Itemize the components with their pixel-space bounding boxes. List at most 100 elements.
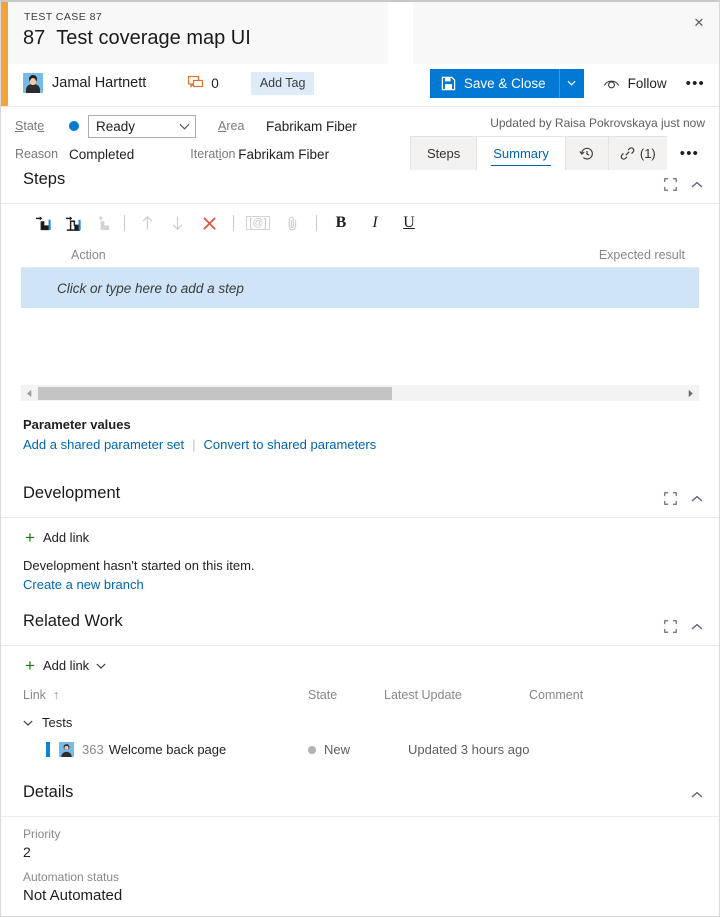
scroll-left-icon[interactable] [21, 385, 38, 402]
state-dropdown[interactable]: Ready [88, 115, 196, 138]
collapse-chevron-icon[interactable] [691, 791, 703, 799]
related-work-section: Related Work + Add link [1, 612, 719, 757]
steps-section-title: Steps [23, 170, 65, 189]
underline-icon[interactable]: U [392, 208, 426, 238]
history-icon [579, 146, 595, 162]
column-header-action: Action [71, 248, 599, 262]
related-work-latest-update-cell: Updated 3 hours ago [408, 742, 529, 757]
related-work-state-cell: New [308, 742, 408, 757]
avatar[interactable] [23, 73, 43, 93]
insert-shared-step-icon[interactable] [57, 208, 87, 238]
related-work-link-cell: 363 Welcome back page [46, 742, 308, 757]
last-updated-text: Updated by Raisa Pokrovskaya just now [490, 116, 705, 130]
state-label: State [15, 119, 69, 133]
add-tag-button[interactable]: Add Tag [251, 72, 315, 95]
collapse-chevron-icon[interactable] [691, 495, 703, 503]
sort-ascending-icon: ↑ [53, 688, 59, 702]
plus-icon: + [25, 529, 35, 546]
development-add-link-label: Add link [43, 530, 89, 545]
priority-label: Priority [23, 827, 719, 841]
tab-steps[interactable]: Steps [410, 136, 477, 170]
italic-icon[interactable]: I [358, 208, 392, 238]
create-new-branch-link[interactable]: Create a new branch [23, 577, 144, 592]
related-work-item-title[interactable]: Welcome back page [109, 742, 227, 757]
header-more-actions-button[interactable]: ••• [686, 76, 705, 91]
comment-count-button[interactable]: 0 [188, 76, 219, 91]
steps-horizontal-scrollbar[interactable] [21, 384, 699, 401]
link-icon [620, 146, 635, 161]
link-separator: | [192, 437, 195, 452]
expand-icon[interactable] [664, 492, 677, 505]
details-field-priority: Priority 2 [1, 817, 719, 860]
development-add-link-button[interactable]: + Add link [1, 518, 89, 546]
column-header-expected-result: Expected result [599, 248, 685, 262]
details-section-header: Details [1, 783, 719, 817]
save-icon [441, 76, 456, 91]
related-work-section-title: Related Work [23, 612, 123, 631]
column-header-link[interactable]: Link ↑ [23, 688, 308, 702]
area-label: Area [218, 119, 266, 133]
details-section-tools [691, 791, 703, 799]
related-work-item-id: 363 [82, 742, 104, 757]
iteration-field: Iteration Fabrikam Fiber [190, 141, 329, 167]
attachment-icon [275, 208, 309, 238]
tab-more-actions[interactable]: ••• [667, 136, 712, 170]
development-empty-text: Development hasn't started on this item. [1, 546, 719, 573]
close-icon[interactable]: ✕ [685, 8, 713, 36]
insert-step-icon[interactable] [27, 208, 57, 238]
iteration-value[interactable]: Fabrikam Fiber [238, 147, 329, 162]
automation-status-value[interactable]: Not Automated [23, 887, 719, 904]
scroll-right-icon[interactable] [682, 385, 699, 402]
tab-links[interactable]: (1) [608, 136, 668, 170]
related-work-state-value: New [324, 742, 350, 757]
bold-icon[interactable]: B [324, 208, 358, 238]
column-header-latest-update[interactable]: Latest Update [384, 688, 529, 702]
links-count: (1) [640, 146, 656, 161]
state-value: Ready [96, 119, 135, 134]
scrollbar-thumb[interactable] [38, 387, 392, 400]
expand-icon[interactable] [664, 620, 677, 633]
save-options-dropdown[interactable] [559, 69, 584, 98]
parameter-values-title: Parameter values [23, 417, 719, 432]
comment-count: 0 [211, 76, 219, 91]
collapse-chevron-icon[interactable] [691, 181, 703, 189]
related-work-add-link-label: Add link [43, 658, 89, 673]
tab-summary[interactable]: Summary [476, 136, 566, 170]
tab-history[interactable] [565, 136, 609, 170]
area-value[interactable]: Fabrikam Fiber [266, 119, 357, 134]
details-section-title: Details [23, 783, 73, 802]
steps-grid-new-row[interactable]: Click or type here to add a step [21, 268, 699, 308]
related-work-section-tools [664, 620, 703, 633]
work-item-type-accent-bar [1, 2, 8, 106]
expand-icon[interactable] [664, 178, 677, 191]
scrollbar-track[interactable] [38, 385, 682, 402]
create-new-branch-link-wrap: Create a new branch [1, 573, 719, 592]
assignee-name[interactable]: Jamal Hartnett [52, 75, 146, 91]
convert-to-shared-parameters-link[interactable]: Convert to shared parameters [204, 437, 377, 452]
save-and-close-label: Save & Close [464, 76, 546, 91]
avatar [59, 742, 74, 757]
plus-icon: + [25, 657, 35, 674]
header-right-background [413, 2, 720, 64]
table-row[interactable]: 363 Welcome back page New Updated 3 hour… [1, 730, 719, 757]
column-header-state[interactable]: State [308, 688, 384, 702]
follow-button[interactable]: Follow [603, 76, 667, 91]
related-work-group-tests[interactable]: Tests [1, 702, 72, 730]
chevron-down-icon [179, 123, 190, 130]
priority-value[interactable]: 2 [23, 844, 719, 860]
reason-value[interactable]: Completed [69, 147, 134, 162]
move-up-icon [132, 208, 162, 238]
related-work-section-header: Related Work [1, 612, 719, 646]
development-section-title: Development [23, 484, 120, 503]
steps-grid-blank-area [1, 308, 719, 384]
save-and-close-button[interactable]: Save & Close [430, 69, 559, 98]
follow-label: Follow [628, 76, 667, 91]
column-header-comment[interactable]: Comment [529, 688, 649, 702]
add-shared-parameter-set-link[interactable]: Add a shared parameter set [23, 437, 184, 452]
work-item-color-bar [46, 742, 50, 757]
move-down-icon [162, 208, 192, 238]
collapse-chevron-icon[interactable] [691, 623, 703, 631]
follow-eye-icon [603, 77, 620, 90]
related-work-add-link-button[interactable]: + Add link [1, 646, 106, 674]
delete-step-icon[interactable] [192, 208, 226, 238]
